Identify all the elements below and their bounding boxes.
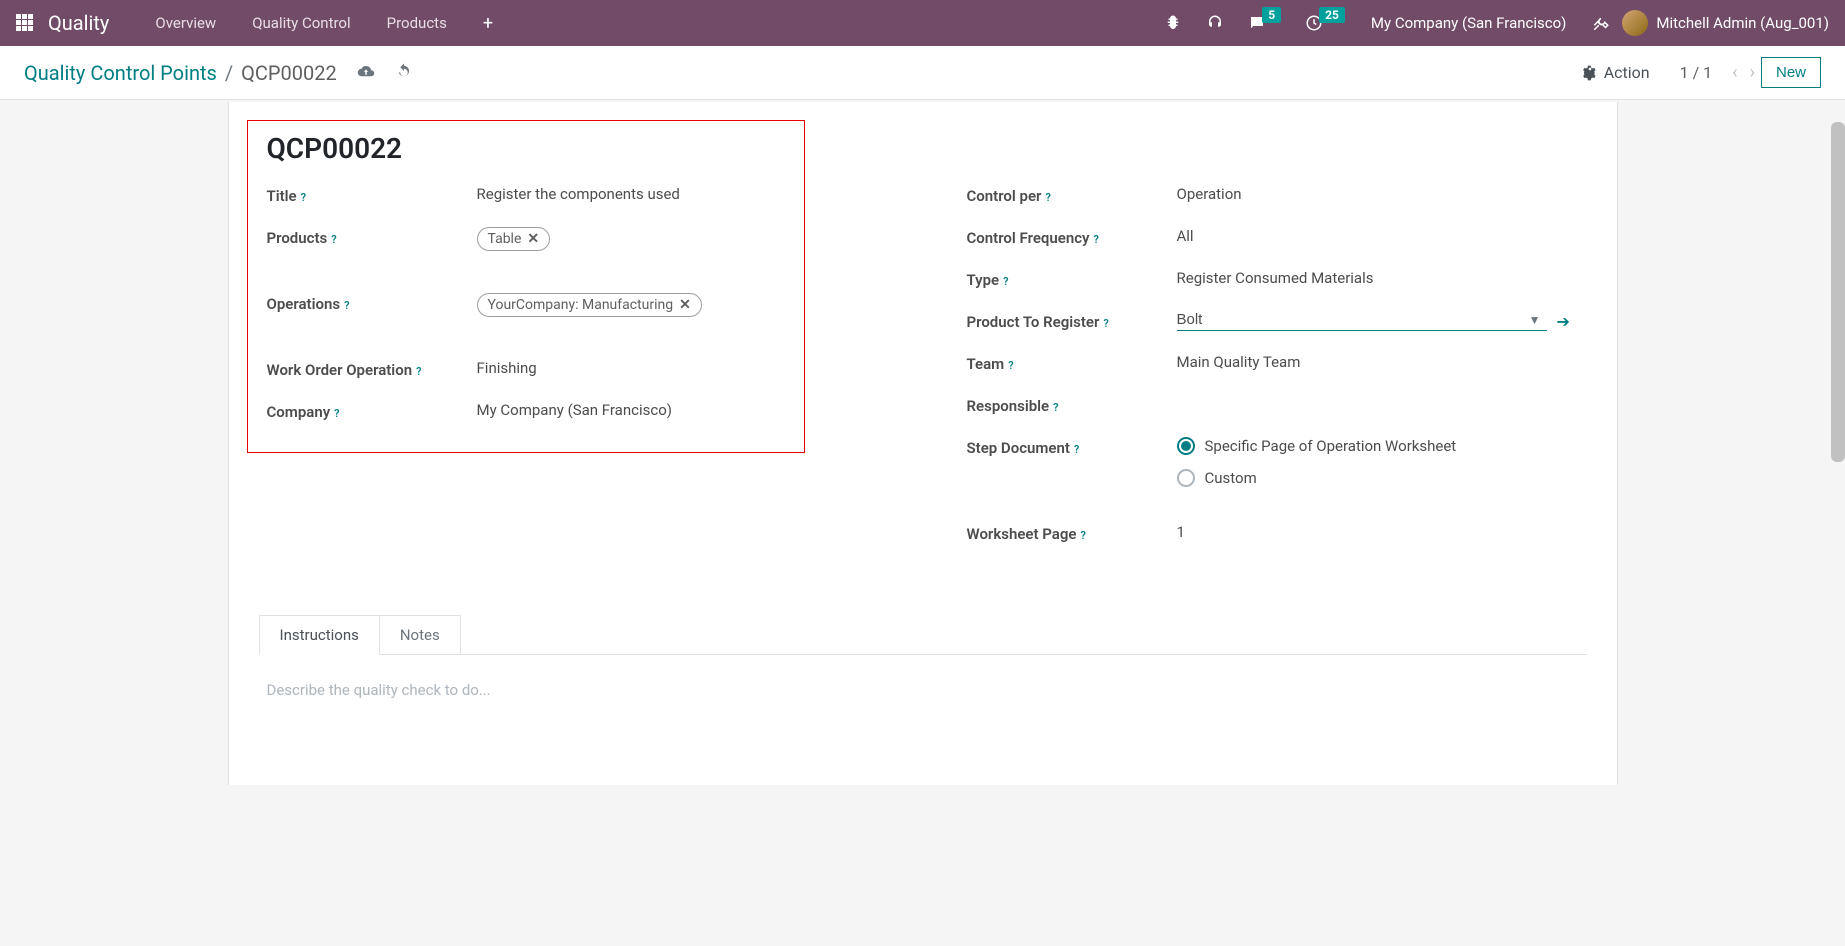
company-value[interactable]: My Company (San Francisco) xyxy=(477,401,887,419)
help-icon[interactable]: ? xyxy=(344,299,349,312)
nav-overview[interactable]: Overview xyxy=(155,14,216,32)
support-icon[interactable] xyxy=(1206,14,1224,32)
remove-tag-icon[interactable]: ✕ xyxy=(679,297,691,313)
company-switcher[interactable]: My Company (San Francisco) xyxy=(1371,14,1566,32)
help-icon[interactable]: ? xyxy=(1093,233,1098,246)
worksheet-page-label: Worksheet Page? xyxy=(967,523,1177,543)
radio-label: Specific Page of Operation Worksheet xyxy=(1205,437,1457,455)
bug-icon[interactable] xyxy=(1164,14,1182,32)
topbar: Quality Overview Quality Control Product… xyxy=(0,0,1845,46)
product-to-register-label: Product To Register? xyxy=(967,311,1177,331)
help-icon[interactable]: ? xyxy=(416,365,421,378)
cloud-upload-icon[interactable] xyxy=(357,62,375,84)
scrollbar[interactable] xyxy=(1831,122,1845,462)
title-label: Title? xyxy=(267,185,477,205)
breadcrumb-current: QCP00022 xyxy=(241,61,337,85)
user-menu[interactable]: Mitchell Admin (Aug_001) xyxy=(1622,10,1829,36)
nav-quality-control[interactable]: Quality Control xyxy=(252,14,350,32)
tabs: Instructions Notes xyxy=(259,615,1587,655)
remove-tag-icon[interactable]: ✕ xyxy=(527,231,539,247)
team-label: Team? xyxy=(967,353,1177,373)
radio-specific-page[interactable] xyxy=(1177,437,1195,455)
breadcrumb: Quality Control Points / QCP00022 xyxy=(24,61,337,85)
help-icon[interactable]: ? xyxy=(334,407,339,420)
messages-badge: 5 xyxy=(1262,7,1281,23)
team-value[interactable]: Main Quality Team xyxy=(1177,353,1587,371)
pager-next-icon[interactable]: › xyxy=(1744,62,1761,83)
help-icon[interactable]: ? xyxy=(1080,529,1085,542)
avatar xyxy=(1622,10,1648,36)
help-icon[interactable]: ? xyxy=(1103,317,1108,330)
product-tag[interactable]: Table✕ xyxy=(477,227,551,251)
help-icon[interactable]: ? xyxy=(1008,359,1013,372)
activities-badge: 25 xyxy=(1319,7,1345,23)
help-icon[interactable]: ? xyxy=(1053,401,1058,414)
help-icon[interactable]: ? xyxy=(1074,443,1079,456)
apps-icon[interactable] xyxy=(16,14,34,32)
product-to-register-input[interactable]: ▼ xyxy=(1177,311,1547,331)
help-icon[interactable]: ? xyxy=(1003,275,1008,288)
pager[interactable]: 1 / 1 xyxy=(1680,63,1713,82)
radio-custom[interactable] xyxy=(1177,469,1195,487)
nav-products[interactable]: Products xyxy=(387,14,447,32)
radio-label: Custom xyxy=(1205,469,1257,487)
external-link-icon[interactable]: ➔ xyxy=(1557,312,1570,331)
frequency-label: Control Frequency? xyxy=(967,227,1177,247)
pager-prev-icon[interactable]: ‹ xyxy=(1726,62,1743,83)
control-per-label: Control per? xyxy=(967,185,1177,205)
breadcrumb-parent[interactable]: Quality Control Points xyxy=(24,61,217,85)
tab-notes[interactable]: Notes xyxy=(380,615,461,655)
tab-instructions[interactable]: Instructions xyxy=(259,615,380,655)
title-value[interactable]: Register the components used xyxy=(477,185,887,203)
user-name: Mitchell Admin (Aug_001) xyxy=(1656,14,1829,32)
worksheet-page-value[interactable]: 1 xyxy=(1177,523,1587,541)
frequency-value[interactable]: All xyxy=(1177,227,1587,245)
type-value[interactable]: Register Consumed Materials xyxy=(1177,269,1587,287)
help-icon[interactable]: ? xyxy=(301,191,306,204)
main: QCP00022 Title? Register the components … xyxy=(0,100,1845,785)
action-button[interactable]: Action xyxy=(1582,63,1650,82)
activities-icon[interactable]: 25 xyxy=(1305,14,1345,32)
product-to-register-field[interactable] xyxy=(1177,311,1523,328)
wo-operation-value[interactable]: Finishing xyxy=(477,359,887,377)
operation-tag[interactable]: YourCompany: Manufacturing✕ xyxy=(477,293,702,317)
new-button[interactable]: New xyxy=(1761,57,1821,88)
app-name: Quality xyxy=(48,11,109,35)
tools-icon[interactable] xyxy=(1592,14,1610,32)
new-menu-icon[interactable]: + xyxy=(483,13,493,34)
controlbar: Quality Control Points / QCP00022 Action… xyxy=(0,46,1845,100)
responsible-label: Responsible? xyxy=(967,395,1177,415)
discard-icon[interactable] xyxy=(395,62,413,84)
company-label: Company? xyxy=(267,401,477,421)
instructions-placeholder[interactable]: Describe the quality check to do... xyxy=(267,681,1579,699)
messages-icon[interactable]: 5 xyxy=(1248,14,1281,32)
products-label: Products? xyxy=(267,227,477,247)
help-icon[interactable]: ? xyxy=(1045,191,1050,204)
dropdown-caret-icon[interactable]: ▼ xyxy=(1523,313,1547,327)
control-per-value[interactable]: Operation xyxy=(1177,185,1587,203)
right-column: Control per? Operation Control Frequency… xyxy=(967,185,1587,565)
operations-label: Operations? xyxy=(267,293,477,313)
type-label: Type? xyxy=(967,269,1177,289)
record-title: QCP00022 xyxy=(267,132,1587,165)
left-column: Title? Register the components used Prod… xyxy=(267,185,887,565)
wo-operation-label: Work Order Operation? xyxy=(267,359,477,379)
tab-content: Describe the quality check to do... xyxy=(259,654,1587,725)
breadcrumb-sep: / xyxy=(225,61,233,85)
help-icon[interactable]: ? xyxy=(331,233,336,246)
step-document-label: Step Document? xyxy=(967,437,1177,457)
form-sheet: QCP00022 Title? Register the components … xyxy=(228,102,1618,785)
